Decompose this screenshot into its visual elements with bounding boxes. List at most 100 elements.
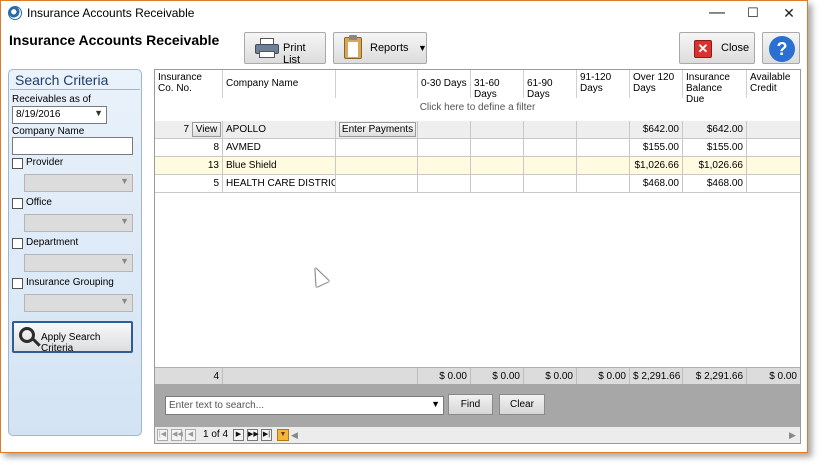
search-input[interactable]: Enter text to search... ▼ [165, 396, 444, 415]
cell-61-90 [524, 139, 577, 157]
column-header-91-120-days[interactable]: 91-120 Days [577, 70, 630, 98]
print-list-label: Print List [283, 42, 306, 66]
total-count: 4 [155, 368, 223, 385]
filter-icon[interactable]: ▼ [277, 429, 289, 441]
cell-over-120: $468.00 [630, 175, 683, 193]
prev-group-icon[interactable]: ◀◀ [171, 429, 183, 441]
chevron-down-icon: ▼ [431, 399, 440, 409]
cell-available-credit [747, 157, 800, 175]
clear-button[interactable]: Clear [499, 394, 545, 415]
printer-icon [255, 38, 279, 58]
close-window-icon[interactable]: ✕ [771, 1, 807, 25]
prev-page-icon[interactable]: ◀ [185, 429, 196, 441]
total-61-90: $ 0.00 [524, 368, 577, 385]
scroll-left-icon[interactable]: ◀ [291, 430, 298, 441]
department-checkbox[interactable] [12, 238, 23, 249]
view-button[interactable]: View [192, 122, 221, 137]
next-group-icon[interactable]: ▶▶ [247, 429, 259, 441]
next-page-icon[interactable]: ▶ [233, 429, 244, 441]
column-header-actions [336, 70, 418, 98]
close-button[interactable]: ✕ Close [679, 32, 755, 64]
cell-61-90 [524, 157, 577, 175]
cell-actions [336, 139, 418, 157]
cell-91-120 [577, 157, 630, 175]
help-icon: ? [769, 36, 795, 62]
table-row[interactable]: 7 View APOLLO Enter Payments $642.00 $64… [155, 121, 800, 139]
cell-insurance-co-no: 13 [155, 157, 223, 175]
cell-31-60 [471, 139, 524, 157]
chevron-down-icon: ▼ [120, 176, 129, 186]
receivables-date-picker[interactable]: 8/19/2016 ▼ [12, 106, 107, 124]
cell-91-120 [577, 175, 630, 193]
column-header-insurance-co-no[interactable]: Insurance Co. No. [155, 70, 223, 98]
column-header-31-60-days[interactable]: 31-60 Days [471, 70, 524, 100]
column-header-0-30-days[interactable]: 0-30 Days [418, 70, 471, 98]
help-button[interactable]: ? [762, 32, 800, 64]
column-header-insurance-balance-due[interactable]: Insurance Balance Due [683, 70, 747, 105]
provider-label: Provider [26, 157, 64, 168]
total-available-credit: $ 0.00 [769, 371, 797, 382]
search-bar: Enter text to search... ▼ Find Clear [155, 384, 800, 427]
last-page-icon[interactable]: ▶| [261, 429, 272, 441]
search-icon-handle [32, 338, 41, 347]
table-row-selected[interactable]: 13 Blue Shield $1,026.66 $1,026.66 [155, 157, 800, 175]
cell-0-30 [418, 121, 471, 139]
cell-company-name: APOLLO [223, 121, 336, 139]
minimize-icon[interactable]: — [699, 1, 735, 25]
chevron-down-icon: ▼ [418, 43, 427, 53]
column-header-available-credit[interactable]: Available Credit [747, 70, 800, 98]
column-header-61-90-days[interactable]: 61-90 Days [524, 70, 577, 100]
table-row[interactable]: 5 HEALTH CARE DISTRICT $468.00 $468.00 [155, 175, 800, 193]
page-indicator: 1 of 4 [203, 429, 229, 440]
apply-search-criteria-button[interactable]: Apply Search Criteria [12, 321, 133, 354]
insurance-grouping-label: Insurance Grouping [26, 277, 114, 288]
cell-insurance-co-no: 8 [155, 139, 223, 157]
cell-balance-due: $642.00 [683, 121, 747, 139]
cell-0-30 [418, 139, 471, 157]
office-select[interactable]: ▼ [24, 214, 133, 232]
print-list-button[interactable]: Print List [244, 32, 326, 66]
cell-balance-due: $468.00 [683, 175, 747, 193]
provider-checkbox[interactable] [12, 158, 23, 169]
app-icon [8, 6, 22, 20]
provider-select[interactable]: ▼ [24, 174, 133, 192]
total-31-60: $ 0.00 [471, 368, 524, 385]
close-label: Close [721, 42, 750, 54]
cell-company-name: Blue Shield [223, 157, 336, 175]
cell-over-120: $642.00 [630, 121, 683, 139]
cell-over-120: $155.00 [630, 139, 683, 157]
office-label: Office [26, 197, 52, 208]
cell-insurance-co-no: 5 [155, 175, 223, 193]
cell-balance-due: $1,026.66 [683, 157, 747, 175]
total-91-120: $ 0.00 [577, 368, 630, 385]
scroll-right-icon[interactable]: ▶ [789, 430, 796, 441]
department-select[interactable]: ▼ [24, 254, 133, 272]
close-x-icon: ✕ [694, 40, 712, 58]
find-button[interactable]: Find [448, 394, 493, 415]
reports-button[interactable]: Reports ▼ [333, 32, 427, 64]
filter-row[interactable]: Click here to define a filter [155, 98, 800, 118]
total-balance-due: $ 2,291.66 [683, 368, 747, 385]
search-criteria-title: Search Criteria [15, 72, 109, 88]
enter-payments-button[interactable]: Enter Payments [339, 122, 416, 137]
column-header-company-name[interactable]: Company Name [223, 70, 336, 98]
column-header-over-120-days[interactable]: Over 120 Days [630, 70, 683, 98]
total-0-30: $ 0.00 [418, 368, 471, 385]
main-window: Insurance Accounts Receivable — ☐ ✕ Insu… [0, 0, 808, 453]
company-name-input[interactable] [12, 137, 133, 155]
cell-actions [336, 157, 418, 175]
insurance-grouping-checkbox[interactable] [12, 278, 23, 289]
table-row[interactable]: 8 AVMED $155.00 $155.00 [155, 139, 800, 157]
insurance-grouping-select[interactable]: ▼ [24, 294, 133, 312]
clipboard-icon [344, 35, 362, 59]
cell-91-120 [577, 139, 630, 157]
chevron-down-icon: ▼ [120, 216, 129, 226]
first-page-icon[interactable]: |◀ [157, 429, 168, 441]
receivables-date-value: 8/19/2016 [16, 109, 61, 120]
office-checkbox[interactable] [12, 198, 23, 209]
maximize-icon[interactable]: ☐ [735, 1, 771, 25]
cell-company-name: AVMED [223, 139, 336, 157]
reports-label: Reports [370, 42, 409, 54]
apply-search-criteria-label: Apply Search Criteria [41, 332, 101, 354]
search-criteria-panel: Search Criteria Receivables as of 8/19/2… [8, 69, 142, 436]
